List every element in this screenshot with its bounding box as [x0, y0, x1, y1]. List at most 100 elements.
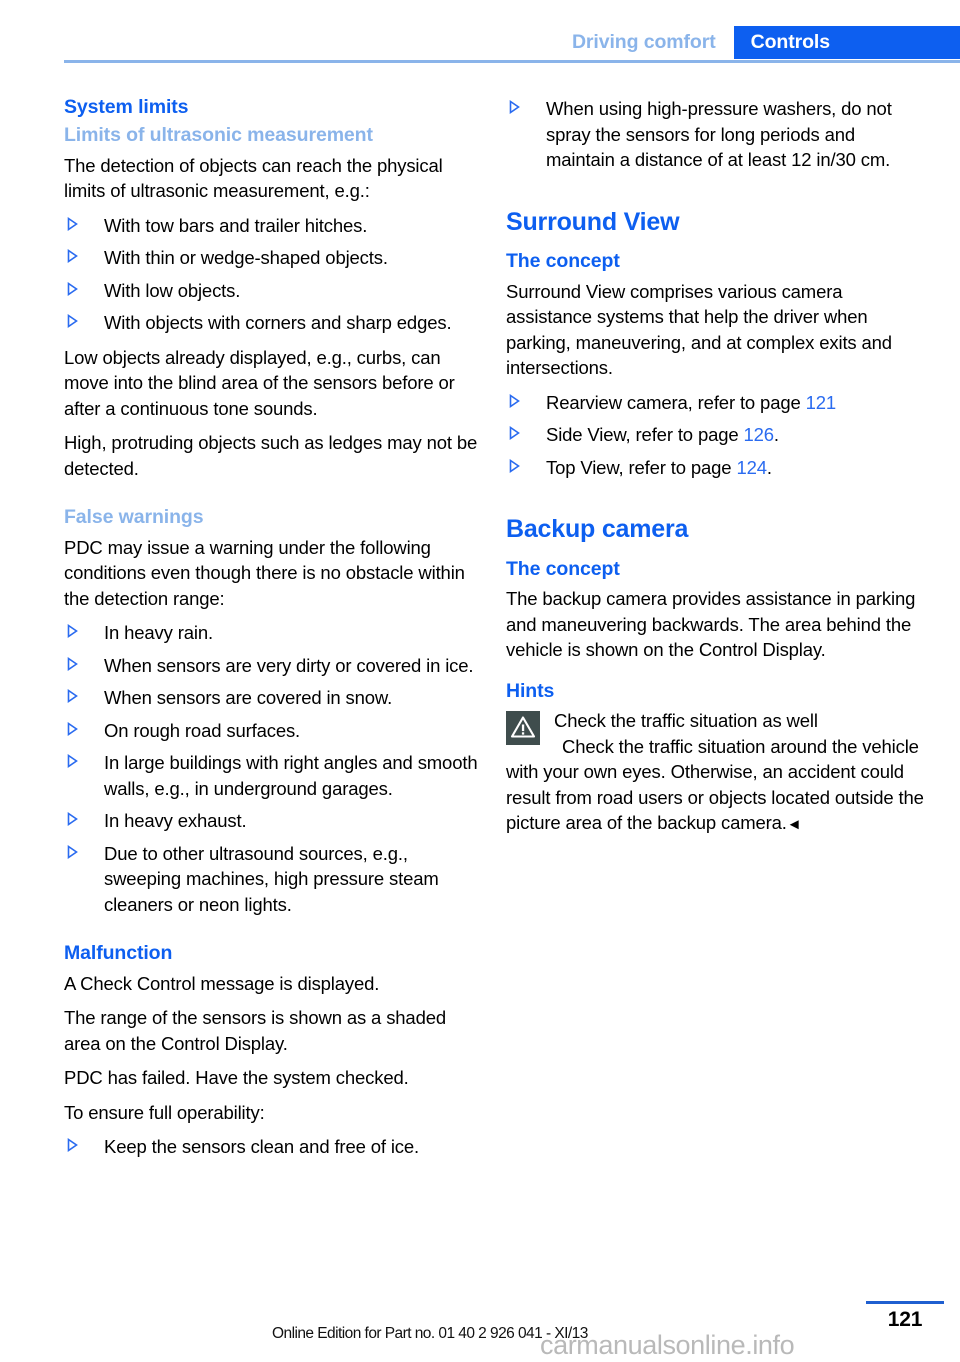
list-item: Side View, refer to page 126. — [506, 422, 926, 448]
list-item-label: With tow bars and trailer hitches. — [104, 214, 368, 236]
page-reference-link[interactable]: 124 — [736, 457, 767, 478]
list-item: Top View, refer to page 124. — [506, 455, 926, 481]
list-item-label: Due to other ultrasound sources, e.g., s… — [104, 842, 439, 915]
paragraph-ultrasonic-intro: The detection of objects can reach the p… — [64, 154, 443, 202]
list-item-label: In heavy exhaust. — [104, 810, 247, 832]
paragraph-low-objects: Low objects already displayed, e.g., cur… — [64, 346, 455, 419]
list-item: When sensors are covered in snow. — [64, 685, 484, 711]
list-item-label-suffix: . — [766, 456, 772, 478]
paragraph-surround-view-concept: Surround View comprises various camera a… — [506, 280, 892, 379]
triangle-bullet-icon — [67, 314, 78, 329]
triangle-bullet-icon — [67, 624, 78, 639]
list-item-label: Keep the sensors clean and free of ice. — [104, 1136, 420, 1158]
triangle-bullet-icon — [67, 249, 78, 264]
list-item: When sensors are very dirty or covered i… — [64, 653, 484, 679]
site-watermark: carmanualsonline.info — [540, 1330, 795, 1360]
subsection-title-false-warnings: False warnings — [64, 506, 204, 529]
list-item: With objects with corners and sharp edge… — [64, 310, 484, 336]
page-columns: System limits Limits of ultrasonic measu… — [0, 96, 960, 1169]
triangle-bullet-icon — [67, 216, 78, 231]
manual-page: Driving comfort Controls System limits L… — [0, 0, 960, 1362]
triangle-bullet-icon — [509, 426, 520, 441]
section-title-surround-view: Surround View — [506, 207, 680, 236]
list-item: With tow bars and trailer hitches. — [64, 213, 484, 239]
page-header: Driving comfort Controls — [0, 0, 960, 63]
section-title-backup-camera: Backup camera — [506, 515, 689, 544]
left-column: System limits Limits of ultrasonic measu… — [64, 96, 484, 1169]
paragraph-high-objects: High, protruding objects such as ledges … — [64, 432, 478, 479]
warning-callout: Check the traffic situation as well Chec… — [506, 708, 926, 838]
page-footer: Online Edition for Part no. 01 40 2 926 … — [0, 1286, 960, 1362]
warning-body: Check the traffic situation around the v… — [506, 734, 926, 838]
triangle-bullet-icon — [67, 844, 78, 859]
list-item-label: On rough road surfaces. — [104, 719, 301, 741]
paragraph-ensure-operability: To ensure full operability: — [64, 1101, 265, 1123]
triangle-bullet-icon — [509, 100, 520, 114]
list-item-label: Top View, refer to page — [546, 456, 737, 478]
list-item-label: In large buildings with right angles and… — [104, 752, 478, 799]
tab-controls[interactable]: Controls — [733, 26, 960, 59]
subsection-title-the-concept-surround-view: The concept — [506, 250, 620, 273]
page-number: 121 — [887, 1308, 923, 1331]
triangle-bullet-icon — [67, 281, 78, 296]
subsection-title-limits-of-ultrasonic-measurement: Limits of ultrasonic measurement — [64, 124, 373, 147]
end-of-warning-marker: ◄ — [786, 816, 802, 834]
bullet-list-continued: When using high-pressure washers, do not… — [506, 96, 926, 173]
triangle-bullet-icon — [67, 721, 78, 736]
triangle-bullet-icon — [67, 754, 78, 769]
page-reference-link[interactable]: 121 — [806, 392, 837, 413]
list-item-label: When using high-pressure washers, do not… — [546, 98, 892, 170]
bullet-list-ultrasonic-limits: With tow bars and trailer hitches. With … — [64, 213, 484, 336]
list-item-label: In heavy rain. — [104, 622, 213, 644]
list-item-label: Rearview camera, refer to page — [546, 391, 806, 413]
tab-driving-comfort[interactable]: Driving comfort — [557, 26, 734, 59]
paragraph-sensor-range-shaded: The range of the sensors is shown as a s… — [64, 1007, 446, 1054]
list-item-label: Side View, refer to page — [546, 424, 744, 446]
bullet-list-surround-view-refs: Rearview camera, refer to page 121 Side … — [506, 390, 926, 481]
list-item: Rearview camera, refer to page 121 — [506, 390, 926, 416]
section-title-system-limits: System limits — [64, 96, 189, 118]
subsection-title-the-concept-backup-camera: The concept — [506, 557, 620, 580]
list-item: Keep the sensors clean and free of ice. — [64, 1134, 484, 1160]
list-item: On rough road surfaces. — [64, 718, 484, 744]
bullet-list-false-warnings: In heavy rain. When sensors are very dir… — [64, 620, 484, 917]
triangle-bullet-icon — [509, 393, 520, 408]
warning-body-text: Check the traffic situation around the v… — [506, 735, 924, 834]
list-item-label: With low objects. — [104, 279, 241, 301]
page-number-rule — [866, 1301, 944, 1304]
triangle-bullet-icon — [67, 812, 78, 827]
list-item-label: When sensors are very dirty or covered i… — [104, 654, 474, 676]
paragraph-pdc-failed: PDC has failed. Have the system checked. — [64, 1067, 409, 1089]
list-item: When using high-pressure washers, do not… — [506, 96, 926, 173]
bullet-list-malfunction: Keep the sensors clean and free of ice. — [64, 1134, 484, 1160]
list-item-label: With thin or wedge-shaped objects. — [104, 247, 388, 269]
paragraph-false-warnings-intro: PDC may issue a warning under the follow… — [64, 536, 465, 609]
header-divider — [64, 60, 960, 63]
list-item-label: With objects with corners and sharp edge… — [104, 312, 452, 334]
warning-headline: Check the traffic situation as well — [554, 710, 818, 732]
list-item-label: When sensors are covered in snow. — [104, 687, 393, 709]
right-column: When using high-pressure washers, do not… — [506, 96, 926, 1169]
list-item: Due to other ultrasound sources, e.g., s… — [64, 841, 484, 918]
list-item: In heavy rain. — [64, 620, 484, 646]
list-item: In large buildings with right angles and… — [64, 750, 484, 801]
paragraph-backup-camera-concept: The backup camera provides assistance in… — [506, 588, 916, 661]
triangle-bullet-icon — [67, 1138, 78, 1153]
list-item: In heavy exhaust. — [64, 808, 484, 834]
paragraph-check-control-message: A Check Control message is displayed. — [64, 972, 380, 994]
list-item-label-suffix: . — [773, 424, 779, 446]
header-tabs: Driving comfort Controls — [557, 26, 960, 59]
warning-triangle-icon — [506, 711, 540, 746]
page-reference-link[interactable]: 126 — [743, 424, 774, 445]
subsection-title-malfunction: Malfunction — [64, 942, 173, 965]
triangle-bullet-icon — [67, 656, 78, 671]
list-item: With low objects. — [64, 278, 484, 304]
triangle-bullet-icon — [67, 689, 78, 704]
list-item: With thin or wedge-shaped objects. — [64, 245, 484, 271]
triangle-bullet-icon — [509, 458, 520, 473]
